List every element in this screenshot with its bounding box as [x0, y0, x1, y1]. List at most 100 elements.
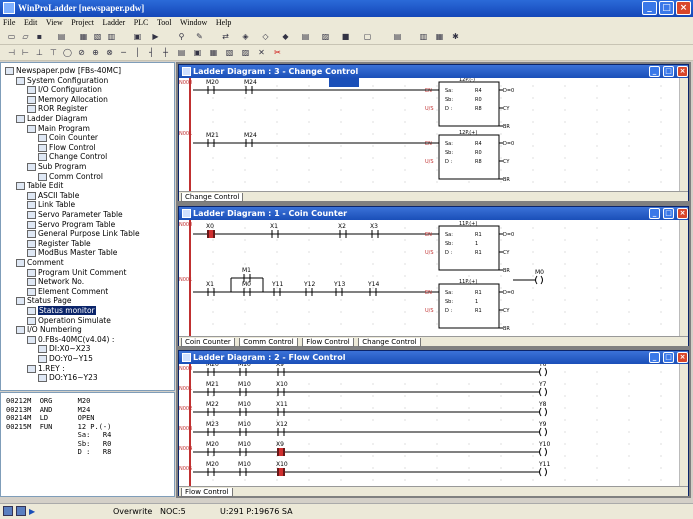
ladder-window-flow-control[interactable]: Ladder Diagram : 2 - Flow Control _ □ × … [178, 350, 689, 497]
branch-icon[interactable]: ┼ [160, 47, 171, 58]
window-maximize-button[interactable]: □ [663, 66, 674, 77]
stop-icon[interactable]: ■ [340, 31, 351, 42]
tree-item[interactable]: ASCII Table [27, 191, 79, 200]
tree-item[interactable]: Change Control [38, 152, 107, 162]
project-icon[interactable] [3, 506, 13, 516]
plc-icon[interactable]: ◈ [240, 31, 251, 42]
new-file-icon[interactable]: ▭ [6, 31, 17, 42]
tree-item[interactable]: Servo Program Table [27, 220, 115, 229]
contact-up-icon[interactable]: ⊥ [34, 47, 45, 58]
connect-icon[interactable]: ⇄ [220, 31, 231, 42]
cut-icon[interactable]: ✂ [272, 47, 283, 58]
ladder-window-change-control[interactable]: Ladder Diagram : 3 - Change Control _ □ … [178, 64, 689, 202]
edit-icon[interactable]: ▥ [418, 31, 429, 42]
tree-item[interactable]: Sub Program [27, 162, 86, 171]
tree-item[interactable]: Table Edit [16, 181, 63, 191]
minimize-button[interactable]: _ [642, 1, 657, 15]
tree-item[interactable]: Register Table [27, 239, 91, 248]
arrow-icon[interactable]: ▶ [29, 507, 35, 516]
status-icon[interactable]: ◇ [260, 31, 271, 42]
window-titlebar[interactable]: Ladder Diagram : 3 - Change Control _ □ … [179, 65, 688, 78]
window-minimize-button[interactable]: _ [649, 352, 660, 363]
vline-icon[interactable]: │ [132, 47, 143, 58]
io-icon[interactable]: ◆ [280, 31, 291, 42]
contact-no-icon[interactable]: ⊣ [6, 47, 17, 58]
tab-flow-control[interactable]: Flow Control [302, 338, 354, 347]
tree-item[interactable]: ROR Register [27, 104, 88, 114]
tree-item[interactable]: 0.FBs-40MC(v4.04) : [27, 335, 114, 344]
window-minimize-button[interactable]: _ [649, 208, 660, 219]
code-line[interactable]: Sb: R0 [6, 440, 112, 448]
maximize-button[interactable]: □ [659, 1, 674, 15]
tree-item[interactable]: General Purpose Link Table [27, 229, 140, 239]
tree-item[interactable]: Servo Parameter Table [27, 210, 123, 219]
coil-neg-icon[interactable]: ⊘ [76, 47, 87, 58]
layout-icon[interactable]: ▦ [434, 31, 445, 42]
reset-coil-icon[interactable]: ⊗ [104, 47, 115, 58]
open-file-icon[interactable]: ▱ [20, 31, 31, 42]
transfer-icon[interactable]: ▥ [106, 31, 117, 42]
contact-down-icon[interactable]: ⊤ [48, 47, 59, 58]
window-minimize-button[interactable]: _ [649, 66, 660, 77]
find-icon[interactable]: ⚲ [176, 31, 187, 42]
ladder-canvas[interactable]: M20 M10 X9 Y6 M21 M10 X10 Y7 M22 M10 X11 Y8 M23 M10 X1… [193, 364, 679, 486]
help-icon[interactable]: ✱ [450, 31, 461, 42]
tab-change-control[interactable]: Change Control [181, 193, 244, 202]
run-icon[interactable]: ▶ [150, 31, 161, 42]
tree-item[interactable]: ModBus Master Table [27, 248, 117, 258]
tree-item[interactable]: Program Unit Comment [27, 268, 126, 277]
tab-change-control[interactable]: Change Control [358, 338, 421, 347]
menu-view[interactable]: View [43, 17, 66, 28]
code-line[interactable]: 00214M LD OPEN [6, 414, 95, 422]
tree-item[interactable]: DO:Y16~Y23 [38, 373, 98, 383]
tree-item[interactable]: Memory Allocation [27, 95, 108, 104]
window-icon[interactable]: ▢ [362, 31, 373, 42]
code-line[interactable]: D : R8 [6, 448, 112, 456]
menu-plc[interactable]: PLC [131, 17, 152, 28]
monitor-icon[interactable]: ▣ [132, 31, 143, 42]
tree-item[interactable]: Element Comment [27, 287, 108, 296]
coil-icon[interactable]: ◯ [62, 47, 73, 58]
compare-icon[interactable]: ▨ [240, 47, 251, 58]
cascade-icon[interactable]: ▤ [392, 31, 403, 42]
ladder-canvas[interactable]: M20 M24 12P.(-) Sa: R4 Sb: R0 D : R8 EN U/S D=0 CY BR… [193, 78, 679, 192]
menu-help[interactable]: Help [213, 17, 235, 28]
tab-coin-counter[interactable]: Coin Counter [181, 338, 235, 347]
window-maximize-button[interactable]: □ [663, 352, 674, 363]
tree-item[interactable]: Ladder Diagram [16, 114, 88, 123]
menu-project[interactable]: Project [68, 17, 97, 28]
set-coil-icon[interactable]: ⊕ [90, 47, 101, 58]
rom-icon[interactable]: ▦ [78, 31, 89, 42]
ladder-window-coin-counter[interactable]: Ladder Diagram : 1 - Coin Counter _ □ × … [178, 206, 689, 347]
print-icon[interactable]: ▤ [56, 31, 67, 42]
menu-window[interactable]: Window [177, 17, 210, 28]
vertical-scrollbar[interactable] [679, 364, 688, 486]
tree-item[interactable]: Network No. [27, 277, 84, 287]
tree-item[interactable]: Comment [16, 258, 64, 267]
menu-ladder[interactable]: Ladder [100, 17, 129, 28]
tree-item[interactable]: DI:X0~X23 [38, 344, 90, 354]
tree-item[interactable]: Flow Control [38, 143, 96, 152]
window-close-button[interactable]: × [677, 208, 688, 219]
close-button[interactable]: × [676, 1, 691, 15]
table-icon[interactable]: ▤ [300, 31, 311, 42]
ram-icon[interactable]: ▧ [92, 31, 103, 42]
tree-item[interactable]: Link Table [27, 200, 75, 210]
tab-flow-control[interactable]: Flow Control [181, 488, 233, 497]
code-line[interactable]: 00213M AND M24 [6, 406, 90, 414]
hline-icon[interactable]: ─ [118, 47, 129, 58]
window-close-button[interactable]: × [677, 352, 688, 363]
code-line[interactable]: Sa: R4 [6, 431, 112, 439]
comment-icon[interactable]: ▨ [320, 31, 331, 42]
vertical-scrollbar[interactable] [679, 220, 688, 337]
tree-item[interactable]: Comm Control [38, 172, 103, 181]
code-line[interactable]: 00212M ORG M20 [6, 397, 90, 405]
save-icon[interactable]: ▪ [34, 31, 45, 42]
compile-icon[interactable]: ✎ [194, 31, 205, 42]
tree-item[interactable]: Newspaper.pdw [FBs-40MC] [5, 66, 121, 75]
fun-box-icon[interactable]: ▣ [192, 47, 203, 58]
counter-icon[interactable]: ▧ [224, 47, 235, 58]
window-titlebar[interactable]: Ladder Diagram : 2 - Flow Control _ □ × [179, 351, 688, 364]
tree-item[interactable]: Status monitor [27, 306, 96, 315]
tree-item[interactable]: System Configuration [16, 76, 108, 85]
